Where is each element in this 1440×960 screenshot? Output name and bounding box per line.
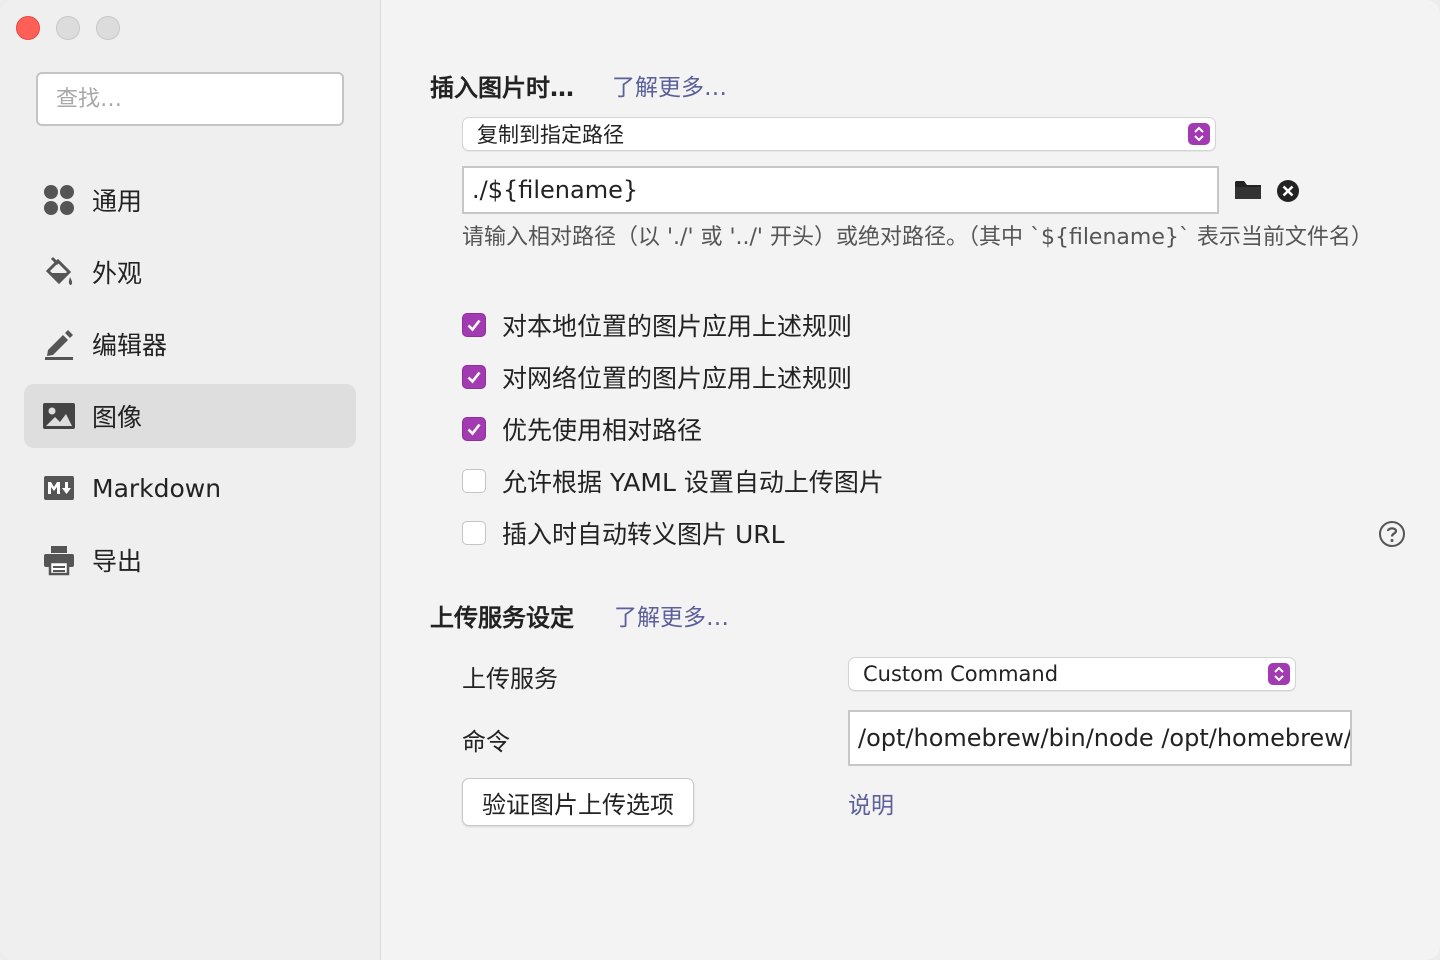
- markdown-icon: [40, 469, 78, 507]
- window-minimize-button[interactable]: [56, 16, 80, 40]
- sidebar-item-label: 导出: [92, 547, 143, 576]
- explain-link[interactable]: 说明: [848, 786, 894, 820]
- sidebar-item-label: 编辑器: [92, 331, 168, 360]
- sidebar-item-markdown[interactable]: Markdown: [24, 456, 356, 520]
- clear-icon[interactable]: [1276, 179, 1300, 207]
- sidebar-nav: 通用 外观 编辑器 图像 Markdown 导出: [24, 168, 356, 600]
- section-title-insert-image: 插入图片时…: [430, 74, 574, 102]
- section-title-upload: 上传服务设定: [430, 604, 574, 632]
- sidebar-item-appearance[interactable]: 外观: [24, 240, 356, 304]
- verify-upload-button[interactable]: 验证图片上传选项: [462, 778, 694, 826]
- checkbox-checked[interactable]: [462, 417, 486, 441]
- checkbox-unchecked[interactable]: [462, 521, 486, 545]
- upload-service-select[interactable]: Custom Command: [848, 657, 1296, 691]
- option-apply-local[interactable]: 对本地位置的图片应用上述规则: [462, 307, 852, 343]
- sidebar-item-image[interactable]: 图像: [24, 384, 356, 448]
- command-input[interactable]: /opt/homebrew/bin/node /opt/homebrew/bir: [848, 710, 1352, 766]
- learn-more-link[interactable]: 了解更多…: [612, 68, 727, 102]
- sidebar-item-general[interactable]: 通用: [24, 168, 356, 232]
- option-label: 对本地位置的图片应用上述规则: [502, 312, 853, 341]
- grid-icon: [40, 181, 78, 219]
- option-label: 允许根据 YAML 设置自动上传图片: [502, 468, 884, 497]
- command-label: 命令: [462, 728, 510, 756]
- command-value: /opt/homebrew/bin/node /opt/homebrew/bir: [858, 724, 1352, 752]
- checkbox-unchecked[interactable]: [462, 469, 486, 493]
- select-stepper-icon: [1188, 123, 1210, 145]
- window-close-button[interactable]: [16, 16, 40, 40]
- preferences-window: 通用 外观 编辑器 图像: [0, 0, 1440, 960]
- sidebar-item-label: Markdown: [92, 473, 222, 503]
- option-prefer-relative[interactable]: 优先使用相对路径: [462, 411, 702, 447]
- sidebar-item-label: 图像: [92, 403, 143, 432]
- pencil-icon: [40, 325, 78, 363]
- sidebar-item-label: 通用: [92, 187, 143, 216]
- sidebar-item-export[interactable]: 导出: [24, 528, 356, 592]
- sidebar: 通用 外观 编辑器 图像: [0, 0, 381, 960]
- checkbox-checked[interactable]: [462, 365, 486, 389]
- option-label: 插入时自动转义图片 URL: [502, 520, 785, 549]
- settings-panel: 插入图片时… 了解更多… 复制到指定路径 ./${filename} 请输入相对…: [382, 0, 1440, 960]
- select-stepper-icon: [1268, 663, 1290, 685]
- option-escape-url[interactable]: 插入时自动转义图片 URL: [462, 515, 785, 551]
- sidebar-item-editor[interactable]: 编辑器: [24, 312, 356, 376]
- checkbox-checked[interactable]: [462, 313, 486, 337]
- insert-action-value: 复制到指定路径: [477, 123, 624, 147]
- image-path-value: ./${filename}: [472, 176, 639, 204]
- window-zoom-button[interactable]: [96, 16, 120, 40]
- insert-action-select[interactable]: 复制到指定路径: [462, 117, 1216, 151]
- option-yaml-upload[interactable]: 允许根据 YAML 设置自动上传图片: [462, 463, 884, 499]
- path-hint-text: 请输入相对路径（以 './' 或 '../' 开头）或绝对路径。（其中 `${f…: [462, 225, 1373, 250]
- search-input[interactable]: [36, 72, 344, 126]
- upload-service-value: Custom Command: [863, 662, 1059, 686]
- option-apply-network[interactable]: 对网络位置的图片应用上述规则: [462, 359, 852, 395]
- sidebar-item-label: 外观: [92, 259, 143, 288]
- printer-icon: [40, 541, 78, 579]
- option-label: 对网络位置的图片应用上述规则: [502, 364, 853, 393]
- option-label: 优先使用相对路径: [502, 416, 703, 445]
- learn-more-link[interactable]: 了解更多…: [614, 598, 729, 632]
- upload-service-label: 上传服务: [462, 665, 558, 693]
- image-path-input[interactable]: ./${filename}: [462, 166, 1219, 214]
- image-icon: [40, 397, 78, 435]
- folder-icon[interactable]: [1234, 178, 1262, 206]
- help-icon[interactable]: [1378, 520, 1406, 548]
- paint-bucket-icon: [40, 253, 78, 291]
